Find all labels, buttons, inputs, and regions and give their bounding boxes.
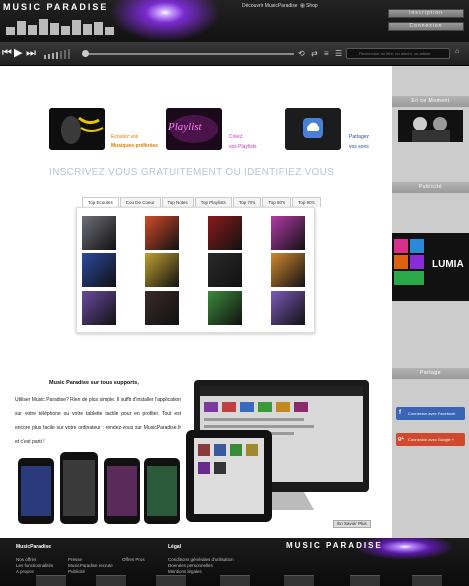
album-cover[interactable] [145,253,179,287]
footer-link[interactable]: Les fonctionnalités [16,563,53,569]
tab-top-80s[interactable]: Top 80's [262,197,292,207]
playlist-image-text: Playlist [168,121,202,133]
footer-bottom-tab[interactable] [350,575,380,586]
footer-bottom-tab[interactable] [412,575,442,586]
album-cover[interactable] [271,291,305,325]
volume-meter-icon[interactable] [44,49,70,59]
album-cover[interactable] [208,253,242,287]
progress-track[interactable] [84,53,294,55]
feature-share-title: Partagez [349,134,370,140]
footer-bottom-tab[interactable] [220,575,250,586]
progress-handle[interactable] [82,50,89,57]
play-icon[interactable]: ▶ [14,47,22,59]
feature-share-subtitle: vos sons [349,144,369,150]
tab-coup-de-coeur[interactable]: Cou De Coeur [119,197,161,207]
repeat-icon[interactable]: ⟲ [298,49,305,58]
header-light-flare [110,0,220,42]
footer-link[interactable]: Mentions légales [168,569,202,575]
album-cover[interactable] [208,216,242,250]
footer-bottom-tab[interactable] [96,575,126,586]
signup-button[interactable]: Inscription [388,9,464,18]
facebook-login-label: Connexion avec Facebook [408,411,456,416]
tab-top-notes[interactable]: Top Notes [161,197,194,207]
album-cover[interactable] [82,291,116,325]
headphones-image [49,108,105,150]
facebook-login-button[interactable]: f Connexion avec Facebook [396,407,465,420]
ad-text: LUMIA [432,259,464,270]
album-cover[interactable] [82,216,116,250]
tab-top-ecoutes[interactable]: Top Ecoutes [82,197,119,207]
cloud-music-icon [285,108,341,150]
devices-illustration [18,380,369,524]
login-button[interactable]: Connexion [388,22,464,31]
nav-discover[interactable]: Découvrir MusicParadise ˅ [242,3,305,9]
top-header: MUSIC PARADISE Découvrir MusicParadise ˅… [0,0,469,42]
footer-link[interactable]: Publicité [68,569,85,575]
album-grid [76,207,315,333]
shuffle-icon[interactable]: ⇄ [311,49,318,58]
feature-share-image [285,108,341,150]
tab-top-70s[interactable]: Top 70's [232,197,262,207]
album-cover[interactable] [145,291,179,325]
footer-link[interactable]: A propos [16,569,34,575]
footer-link[interactable]: Conditions générales d'utilisation [168,557,234,563]
tab-top-playlists[interactable]: Top Playlists [194,197,232,207]
learn-more-button[interactable]: En Savoir Plus [333,520,371,528]
album-cover[interactable] [145,216,179,250]
album-cover[interactable] [82,253,116,287]
album-cover[interactable] [208,291,242,325]
footer-heading-musicparadise: MusicParadise [16,544,52,550]
feature-playlist-subtitle: vos Playlists [229,144,257,150]
footer-link[interactable]: MusicParadise recrute [68,563,113,569]
next-track-icon[interactable]: ⏭ [26,47,36,59]
site-logo[interactable]: MUSIC PARADISE [3,2,108,12]
footer-bottom-tab[interactable] [36,575,66,586]
featured-artist-image[interactable] [398,110,463,142]
top-charts-tabs: Top Ecoutes Cou De Coeur Top Notes Top P… [82,197,322,207]
sidebar-heading-share: Partage [392,368,469,379]
previous-track-icon[interactable]: ⏮ [2,47,12,59]
nav-discover-label: Découvrir MusicParadise [242,3,298,9]
google-login-button[interactable]: g+ Connexion avec Google + [396,433,465,446]
cart-icon[interactable]: ⌂ [455,48,459,55]
album-cover[interactable] [271,253,305,287]
feature-playlist-image: Playlist [166,108,222,150]
feature-playlist-title: Créez [229,134,243,140]
facebook-icon: f [399,410,401,416]
footer-link[interactable]: Données personnelles [168,563,213,569]
advertisement-banner[interactable]: LUMIA [392,233,469,301]
footer-logo[interactable]: MUSIC PARADISE [286,541,383,550]
search-input[interactable] [346,48,450,59]
nav-shop[interactable]: Shop [306,3,318,9]
footer-bottom-tab[interactable] [156,575,186,586]
footer-link[interactable]: Offres Pros [122,557,145,563]
feature-listen-image [49,108,105,150]
google-plus-icon: g+ [398,436,404,442]
signup-cta-title[interactable]: INSCRIVEZ VOUS GRATUITEMENT OU IDENTIFIE… [49,167,334,178]
footer-link[interactable]: Nos offres [16,557,36,563]
footer-bottom-tab[interactable] [284,575,314,586]
equalizer-icon[interactable]: ≡ [324,49,329,58]
sidebar-heading-moment: En ce Moment [392,96,469,107]
chevron-down-icon: ˅ [299,3,305,8]
google-login-label: Connexion avec Google + [408,437,455,442]
tab-top-90s[interactable]: Top 90's [292,197,321,207]
audio-player-bar: ⏮ ▶ ⏭ ⟲ ⇄ ≡ ☰ ⌕ ⌂ [0,42,469,66]
page: MUSIC PARADISE Découvrir MusicParadise ˅… [0,0,469,586]
equalizer-logo-graphic [6,15,114,35]
footer-link[interactable]: Presse [68,557,82,563]
feature-listen-subtitle: Musiques préférées [111,143,158,149]
footer-heading-legal: Légal [168,544,182,550]
sidebar: En ce Moment Publicité LUMIA Partage f C… [392,66,469,538]
album-cover[interactable] [271,216,305,250]
sidebar-heading-ad: Publicité [392,182,469,193]
list-icon[interactable]: ☰ [335,49,342,58]
